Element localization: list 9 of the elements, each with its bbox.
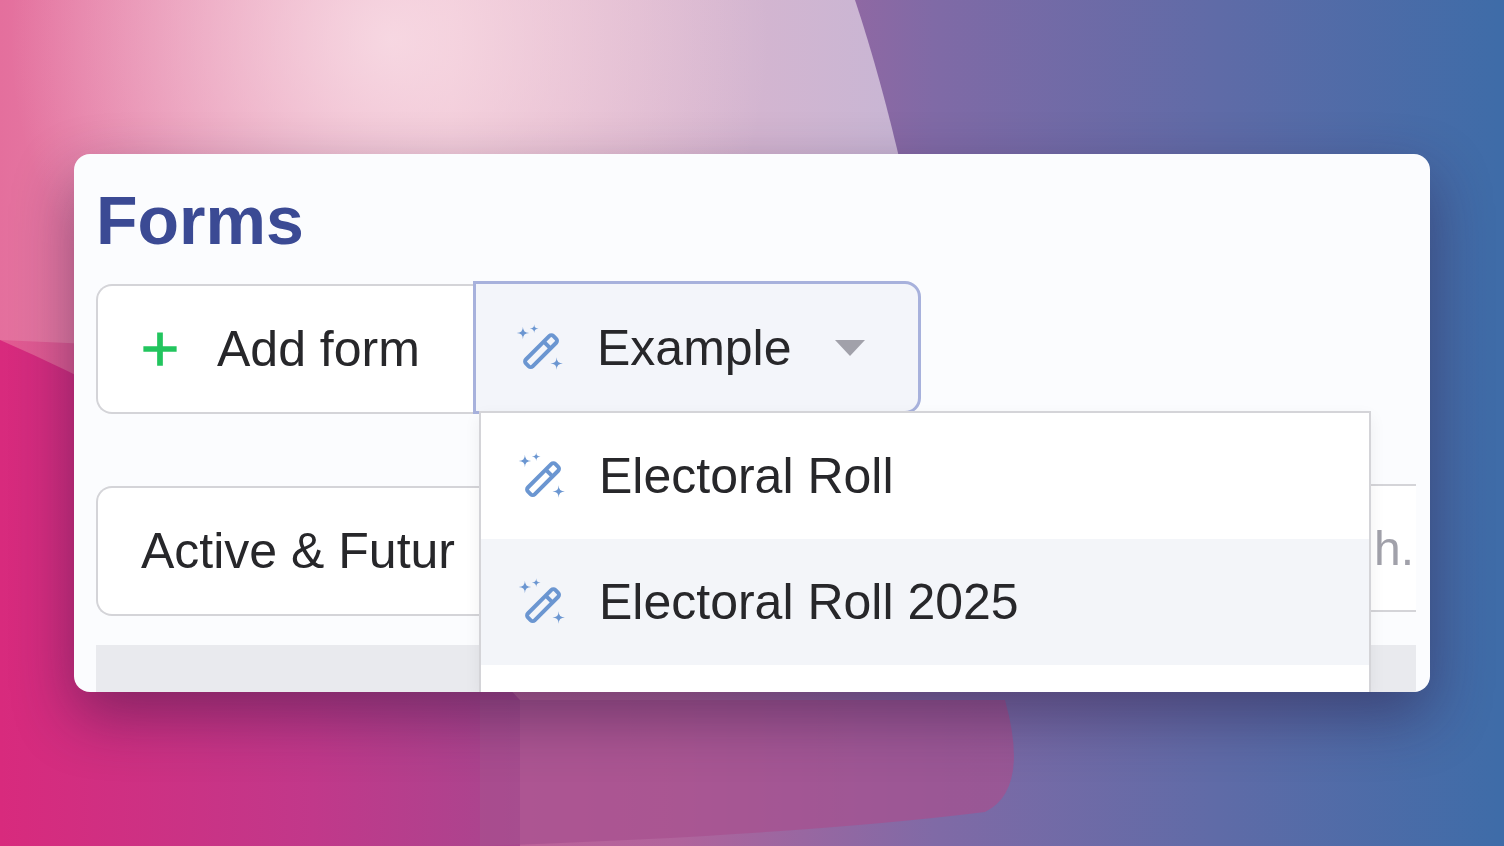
add-form-button[interactable]: Add form (96, 284, 473, 414)
example-dropdown-button[interactable]: Example (473, 281, 921, 414)
caret-down-icon (834, 339, 865, 356)
status-select[interactable]: Active & Futur (96, 486, 479, 616)
menu-item[interactable]: Electoral Roll 2025 (481, 539, 1369, 665)
menu-item[interactable]: Electoral Roll (481, 413, 1369, 539)
plus-icon (141, 330, 179, 368)
page-title: Forms (96, 186, 304, 254)
search-field[interactable]: h. (1371, 484, 1416, 612)
